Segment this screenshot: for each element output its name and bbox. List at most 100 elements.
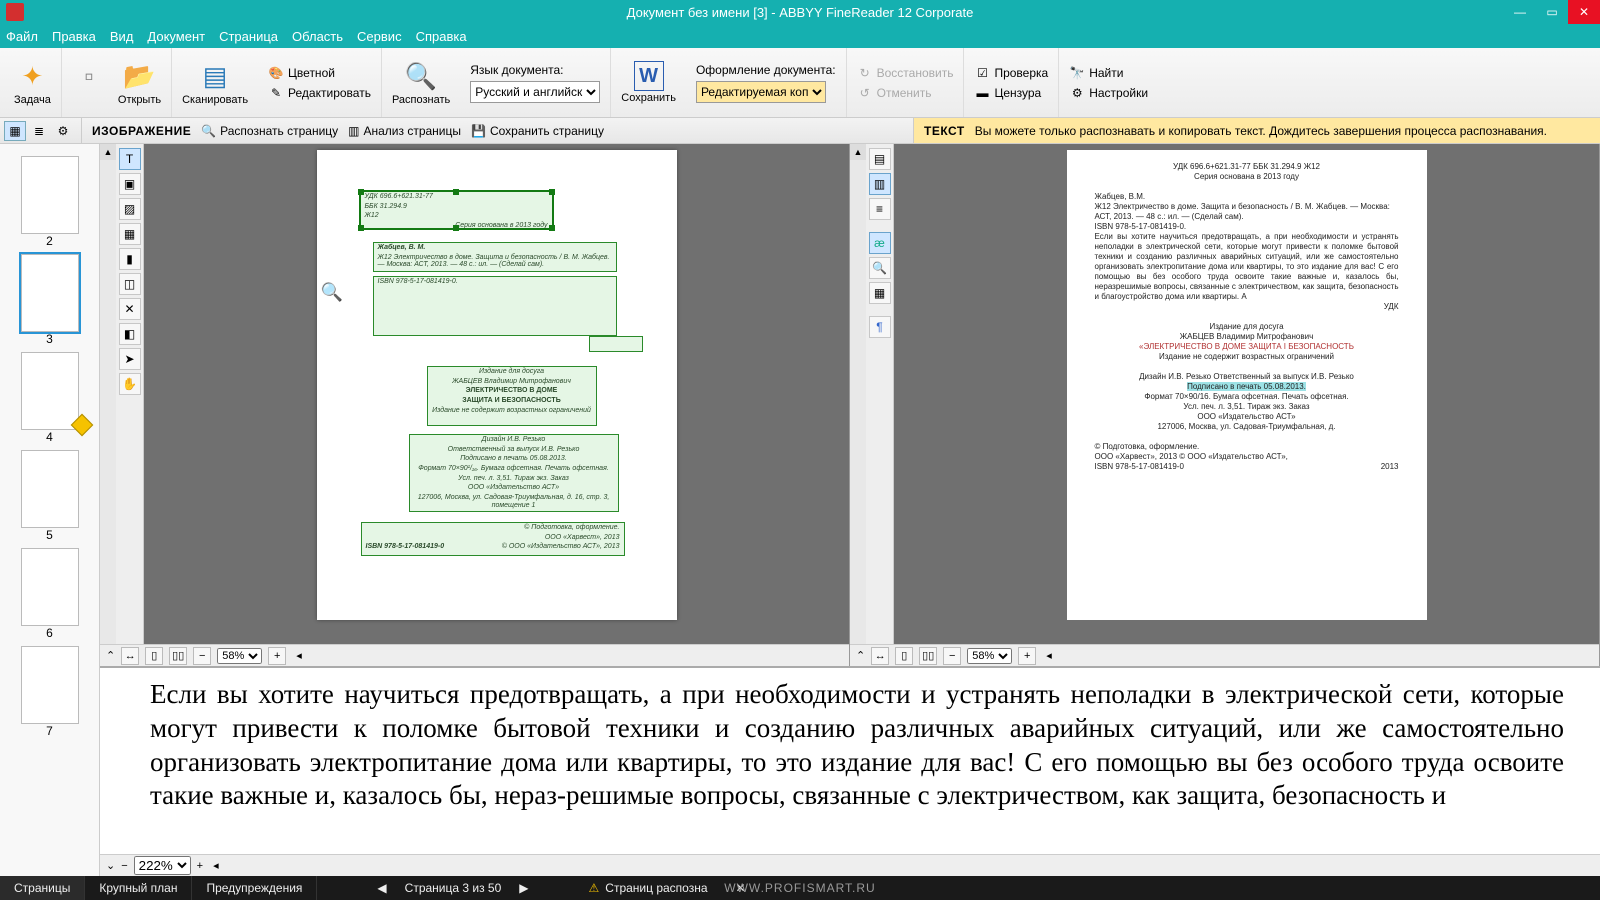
layout-select[interactable]: Редактируемая копия (696, 81, 826, 103)
fit-width-button[interactable]: ↔ (121, 647, 139, 665)
menu-page[interactable]: Страница (219, 29, 278, 44)
select-tool[interactable]: ➤ (119, 348, 141, 370)
tab-closeup[interactable]: Крупный план (85, 876, 192, 900)
zoom-in-button[interactable]: + (268, 647, 286, 665)
new-button[interactable]: ▫ (62, 48, 108, 117)
layout-plain-tool[interactable]: ≡ (869, 198, 891, 220)
minimize-button[interactable]: — (1504, 0, 1536, 24)
menu-view[interactable]: Вид (110, 29, 134, 44)
scroll-left-icon[interactable]: ◂ (1046, 649, 1052, 662)
zoom-out-button[interactable]: − (193, 647, 211, 665)
text-zone-6[interactable]: Дизайн И.В. Резько Ответственный за выпу… (409, 434, 619, 512)
thumb-page-3[interactable] (21, 254, 79, 332)
text-zone-1[interactable]: УДК 696.6+621.31-77 ББК 31.294.9 Ж12 Сер… (359, 190, 554, 230)
menu-help[interactable]: Справка (416, 29, 467, 44)
color-mode-button[interactable]: 🎨Цветной (268, 65, 371, 81)
recognize-page-button[interactable]: 🔍Распознать страницу (201, 124, 338, 138)
view-list-button[interactable]: ≣ (28, 121, 50, 141)
maximize-button[interactable]: ▭ (1536, 0, 1568, 24)
zoom-in-button[interactable]: + (197, 860, 203, 872)
censor-button[interactable]: ▬Цензура (974, 85, 1048, 101)
scroll-left-icon[interactable]: ◂ (296, 649, 302, 662)
thumb-page-6[interactable] (21, 548, 79, 626)
text-zone-5[interactable]: Издание для досуга ЖАБЦЕВ Владимир Митро… (427, 366, 597, 426)
task-button[interactable]: ✦ Задача (4, 48, 62, 117)
restore-button[interactable]: ↻Восстановить (857, 65, 954, 81)
text-page[interactable]: УДК 696.6+621.31-77 ББК 31.294.9 Ж12 Сер… (1067, 150, 1427, 620)
image-page[interactable]: 🔍 УДК 696.6+621.31-77 ББК 31.294.9 Ж12 С… (317, 150, 677, 620)
text-zone-2[interactable]: Жабцев, В. М. Ж12 Электричество в доме. … (373, 242, 617, 272)
eraser-tool[interactable]: ◧ (119, 323, 141, 345)
view-options-button[interactable]: ⚙ (52, 121, 74, 141)
pilcrow-tool[interactable]: ¶ (869, 316, 891, 338)
layout-exact-tool[interactable]: ▤ (869, 148, 891, 170)
two-page-button[interactable]: ▯▯ (169, 647, 187, 665)
fit-page-button[interactable]: ▯ (895, 647, 913, 665)
scroll-up-icon[interactable]: ▲ (100, 144, 116, 160)
thumb-page-4[interactable] (21, 352, 79, 430)
text-zone-7[interactable]: © Подготовка, оформление. ООО «Харвест»,… (361, 522, 625, 556)
undo-button[interactable]: ↺Отменить (857, 85, 954, 101)
show-pictures-tool[interactable]: 🔍 (869, 257, 891, 279)
collapse-icon[interactable]: ⌄ (106, 859, 115, 872)
collapse-icon[interactable]: ⌃ (856, 649, 865, 662)
tab-warnings[interactable]: Предупреждения (192, 876, 317, 900)
text-zoom-select[interactable]: 58% (967, 648, 1012, 664)
layout-flow-tool[interactable]: ▥ (869, 173, 891, 195)
save-button[interactable]: W Сохранить (611, 48, 686, 117)
zoom-out-button[interactable]: − (121, 860, 127, 872)
thumb-page-2[interactable] (21, 156, 79, 234)
image-scrollbar[interactable]: ▲ (100, 144, 116, 666)
two-page-button[interactable]: ▯▯ (919, 647, 937, 665)
text-zone-3[interactable]: ISBN 978-5-17-081419-0. (373, 276, 617, 336)
zoom-select[interactable]: 222% (134, 856, 191, 875)
zoom-out-button[interactable]: − (943, 647, 961, 665)
text-scrollbar[interactable]: ▲ (850, 144, 866, 666)
barcode-tool[interactable]: ▮ (119, 248, 141, 270)
next-page-button[interactable]: ▶ (519, 881, 528, 895)
scan-button[interactable]: ▤ Сканировать (172, 48, 258, 117)
save-page-button[interactable]: 💾Сохранить страницу (471, 124, 604, 138)
view-thumbs-button[interactable]: ▦ (4, 121, 26, 141)
wand-icon: ✦ (15, 59, 49, 93)
recognition-area-tool[interactable]: ◫ (119, 273, 141, 295)
image-zoom-select[interactable]: 58% (217, 648, 262, 664)
fit-width-button[interactable]: ↔ (871, 647, 889, 665)
thumb-page-5[interactable] (21, 450, 79, 528)
image-area-tool[interactable]: ▣ (119, 173, 141, 195)
edit-image-button[interactable]: ✎Редактировать (268, 85, 371, 101)
bg-area-tool[interactable]: ▨ (119, 198, 141, 220)
thumb-page-7[interactable] (21, 646, 79, 724)
delete-area-tool[interactable]: ✕ (119, 298, 141, 320)
hand-tool[interactable]: ✋ (119, 373, 141, 395)
scroll-up-icon[interactable]: ▲ (850, 144, 866, 160)
show-nonprint-tool[interactable]: ▦ (869, 282, 891, 304)
title-bar: Документ без имени [3] - ABBYY FineReade… (0, 0, 1600, 24)
read-button[interactable]: 🔍 Распознать (382, 48, 460, 117)
settings-button[interactable]: ⚙Настройки (1069, 85, 1148, 101)
show-uncertain-tool[interactable]: æ (869, 232, 891, 254)
text-area-tool[interactable]: T (119, 148, 141, 170)
close-button[interactable]: ✕ (1568, 0, 1600, 24)
menu-service[interactable]: Сервис (357, 29, 402, 44)
scanner-icon: ▤ (198, 59, 232, 93)
image-pane-title: ИЗОБРАЖЕНИЕ (92, 124, 191, 138)
menu-area[interactable]: Область (292, 29, 343, 44)
table-area-tool[interactable]: ▦ (119, 223, 141, 245)
tab-pages[interactable]: Страницы (0, 876, 85, 900)
menu-file[interactable]: Файл (6, 29, 38, 44)
analyze-page-button[interactable]: ▥Анализ страницы (348, 124, 461, 138)
scroll-left-icon[interactable]: ◂ (213, 859, 219, 872)
language-select[interactable]: Русский и английский (470, 81, 600, 103)
open-button[interactable]: 📂 Открыть (108, 48, 172, 117)
menu-document[interactable]: Документ (147, 29, 205, 44)
image-toolstrip: T ▣ ▨ ▦ ▮ ◫ ✕ ◧ ➤ ✋ (116, 144, 144, 666)
verify-button[interactable]: ☑Проверка (974, 65, 1048, 81)
prev-page-button[interactable]: ◀ (377, 881, 386, 895)
find-button[interactable]: 🔭Найти (1069, 65, 1148, 81)
collapse-icon[interactable]: ⌃ (106, 649, 115, 662)
text-zone-4[interactable] (589, 336, 643, 352)
menu-edit[interactable]: Правка (52, 29, 96, 44)
zoom-in-button[interactable]: + (1018, 647, 1036, 665)
fit-page-button[interactable]: ▯ (145, 647, 163, 665)
